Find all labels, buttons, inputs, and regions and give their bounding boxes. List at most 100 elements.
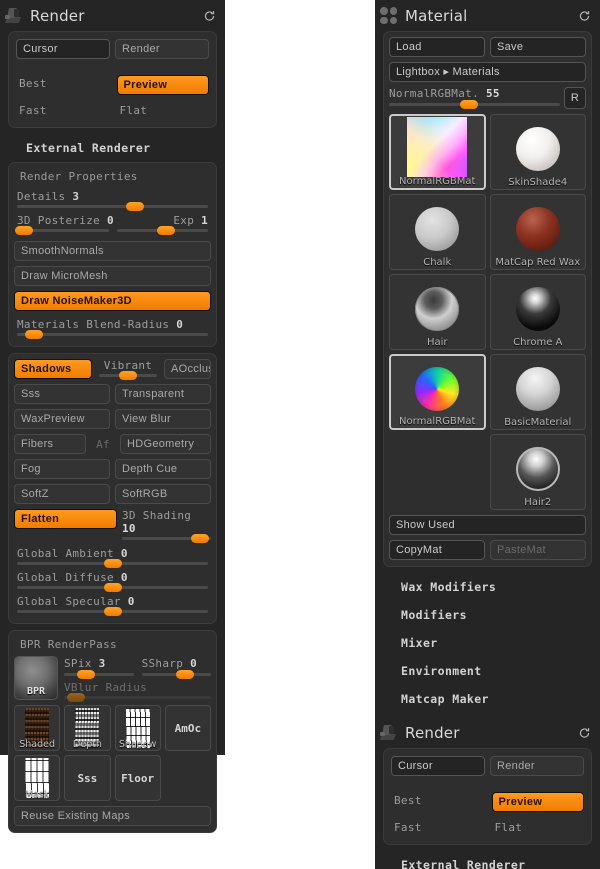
render-3d-icon	[4, 6, 23, 25]
render-button[interactable]: Render	[490, 756, 584, 776]
current-material-slider[interactable]: NormalRGBMat. 55	[389, 87, 560, 109]
hdgeometry-button[interactable]: HDGeometry	[120, 434, 211, 454]
render-button[interactable]: Render	[115, 39, 209, 59]
lightbox-materials-button[interactable]: Lightbox ▸ Materials	[389, 62, 586, 82]
refresh-icon[interactable]	[578, 726, 591, 739]
slider-thumb[interactable]	[119, 371, 137, 380]
slider-thumb[interactable]	[15, 226, 34, 235]
external-renderer-section-right[interactable]: External Renderer	[375, 851, 600, 869]
global-specular-slider[interactable]: Global Specular 0	[14, 593, 211, 617]
section-wax-modifiers[interactable]: Wax Modifiers	[375, 573, 600, 601]
swatch-hair[interactable]: Hair	[389, 274, 486, 350]
flat-option[interactable]: Flat	[492, 819, 585, 836]
slider-thumb[interactable]	[156, 226, 175, 235]
details-slider[interactable]: Details 3	[14, 188, 211, 212]
pastemat-button[interactable]: PasteMat	[490, 540, 586, 560]
shadows-button[interactable]: Shadows	[14, 359, 92, 379]
global-diffuse-value: 0	[120, 571, 128, 584]
fibers-button[interactable]: Fibers	[14, 434, 86, 454]
slider-thumb[interactable]	[460, 100, 479, 109]
fast-option[interactable]: Fast	[16, 102, 109, 119]
depth-cue-button[interactable]: Depth Cue	[115, 459, 211, 479]
fast-option[interactable]: Fast	[391, 819, 484, 836]
best-option[interactable]: Best	[16, 75, 109, 92]
show-used-button[interactable]: Show Used	[389, 515, 586, 535]
draw-micromesh-button[interactable]: Draw MicroMesh	[14, 266, 211, 286]
fog-button[interactable]: Fog	[14, 459, 110, 479]
cursor-button[interactable]: Cursor	[391, 756, 485, 776]
pass-shaded[interactable]: Shaded	[14, 705, 61, 751]
section-modifiers[interactable]: Modifiers	[375, 601, 600, 629]
slider-thumb[interactable]	[191, 534, 210, 543]
global-diffuse-slider[interactable]: Global Diffuse 0	[14, 569, 211, 593]
flat-option[interactable]: Flat	[117, 102, 210, 119]
flatten-button[interactable]: Flatten	[14, 509, 117, 529]
sphere-preview-icon	[415, 287, 460, 331]
softz-button[interactable]: SoftZ	[14, 484, 110, 504]
bpr-renderpass-header[interactable]: BPR RenderPass	[14, 636, 211, 656]
swatch-label: Chalk	[423, 257, 452, 268]
copymat-button[interactable]: CopyMat	[389, 540, 485, 560]
global-ambient-value: 0	[120, 547, 128, 560]
material-panel-titlebar: Material	[375, 0, 600, 31]
sphere-preview-icon	[515, 447, 560, 491]
pass-shadow[interactable]: Shadow	[114, 705, 161, 751]
swatch-chrome-a[interactable]: Chrome A	[489, 274, 586, 350]
draw-noisemaker3d-button[interactable]: Draw NoiseMaker3D	[14, 291, 211, 311]
preview-option[interactable]: Preview	[491, 792, 584, 812]
swatch-normalrgbmat-square[interactable]: NormalRGBMat	[389, 114, 486, 190]
aocclusion-button[interactable]: AOcclusion	[164, 359, 211, 379]
best-option[interactable]: Best	[391, 792, 484, 809]
smoothnormals-button[interactable]: SmoothNormals	[14, 241, 211, 261]
bpr-renderpass-group-left: BPR RenderPass BPR SPix 3 SSharp 0 VBlur…	[8, 630, 217, 833]
bpr-button[interactable]: BPR	[14, 656, 58, 700]
preview-option[interactable]: Preview	[116, 75, 209, 95]
external-renderer-section[interactable]: External Renderer	[0, 134, 225, 162]
render-properties-header[interactable]: Render Properties	[14, 168, 211, 188]
pass-amoc[interactable]: AmOc	[164, 705, 211, 751]
blend-radius-slider[interactable]: Materials Blend-Radius 0	[14, 316, 211, 340]
view-blur-button[interactable]: View Blur	[115, 409, 211, 429]
slider-thumb[interactable]	[103, 607, 122, 616]
pass-depth[interactable]: Depth	[64, 705, 111, 751]
global-ambient-slider[interactable]: Global Ambient 0	[14, 545, 211, 569]
render-quality-grid: Best Preview Fast Flat	[16, 75, 209, 119]
slider-thumb[interactable]	[103, 559, 122, 568]
cursor-button[interactable]: Cursor	[16, 39, 110, 59]
slider-thumb[interactable]	[25, 330, 44, 339]
material-reset-button[interactable]: R	[564, 87, 586, 109]
pass-floor[interactable]: Floor	[114, 755, 161, 801]
render-mode-group-right: Cursor Render Best Preview Fast Flat	[383, 748, 592, 845]
section-mixer[interactable]: Mixer	[375, 629, 600, 657]
vibrant-slider[interactable]: Vibrant	[97, 359, 159, 380]
transparent-button[interactable]: Transparent	[115, 384, 211, 404]
swatch-hair2[interactable]: Hair2	[489, 434, 586, 510]
slider-thumb[interactable]	[103, 583, 122, 592]
slider-thumb[interactable]	[126, 202, 145, 211]
pass-mask[interactable]: Mask	[14, 755, 61, 801]
sss-button[interactable]: Sss	[14, 384, 110, 404]
3d-shading-label: 3D Shading	[122, 509, 192, 522]
section-environment[interactable]: Environment	[375, 657, 600, 685]
load-button[interactable]: Load	[389, 37, 485, 57]
af-label[interactable]: Af	[91, 434, 115, 454]
swatch-skinshade4[interactable]: SkinShade4	[489, 114, 586, 190]
swatch-matcap-red-wax[interactable]: MatCap Red Wax	[489, 194, 586, 270]
exp-label: Exp	[173, 214, 195, 227]
swatch-basicmaterial[interactable]: BasicMaterial	[489, 354, 586, 430]
posterize-exp-sliders[interactable]: 3D Posterize 0 Exp 1	[14, 212, 211, 236]
refresh-icon[interactable]	[578, 9, 591, 22]
pass-sss[interactable]: Sss	[64, 755, 111, 801]
swatch-chalk[interactable]: Chalk	[389, 194, 486, 270]
slider-thumb[interactable]	[66, 693, 85, 702]
swatch-normalrgbmat-sphere[interactable]: NormalRGBMat	[389, 354, 486, 430]
slider-thumb[interactable]	[77, 670, 96, 679]
refresh-icon[interactable]	[203, 9, 216, 22]
save-button[interactable]: Save	[490, 37, 586, 57]
section-matcap-maker[interactable]: Matcap Maker	[375, 685, 600, 713]
waxpreview-button[interactable]: WaxPreview	[14, 409, 110, 429]
3d-shading-slider[interactable]: 3D Shading 10	[122, 509, 211, 543]
reuse-existing-maps-button[interactable]: Reuse Existing Maps	[14, 806, 211, 826]
slider-thumb[interactable]	[175, 670, 194, 679]
softrgb-button[interactable]: SoftRGB	[115, 484, 211, 504]
